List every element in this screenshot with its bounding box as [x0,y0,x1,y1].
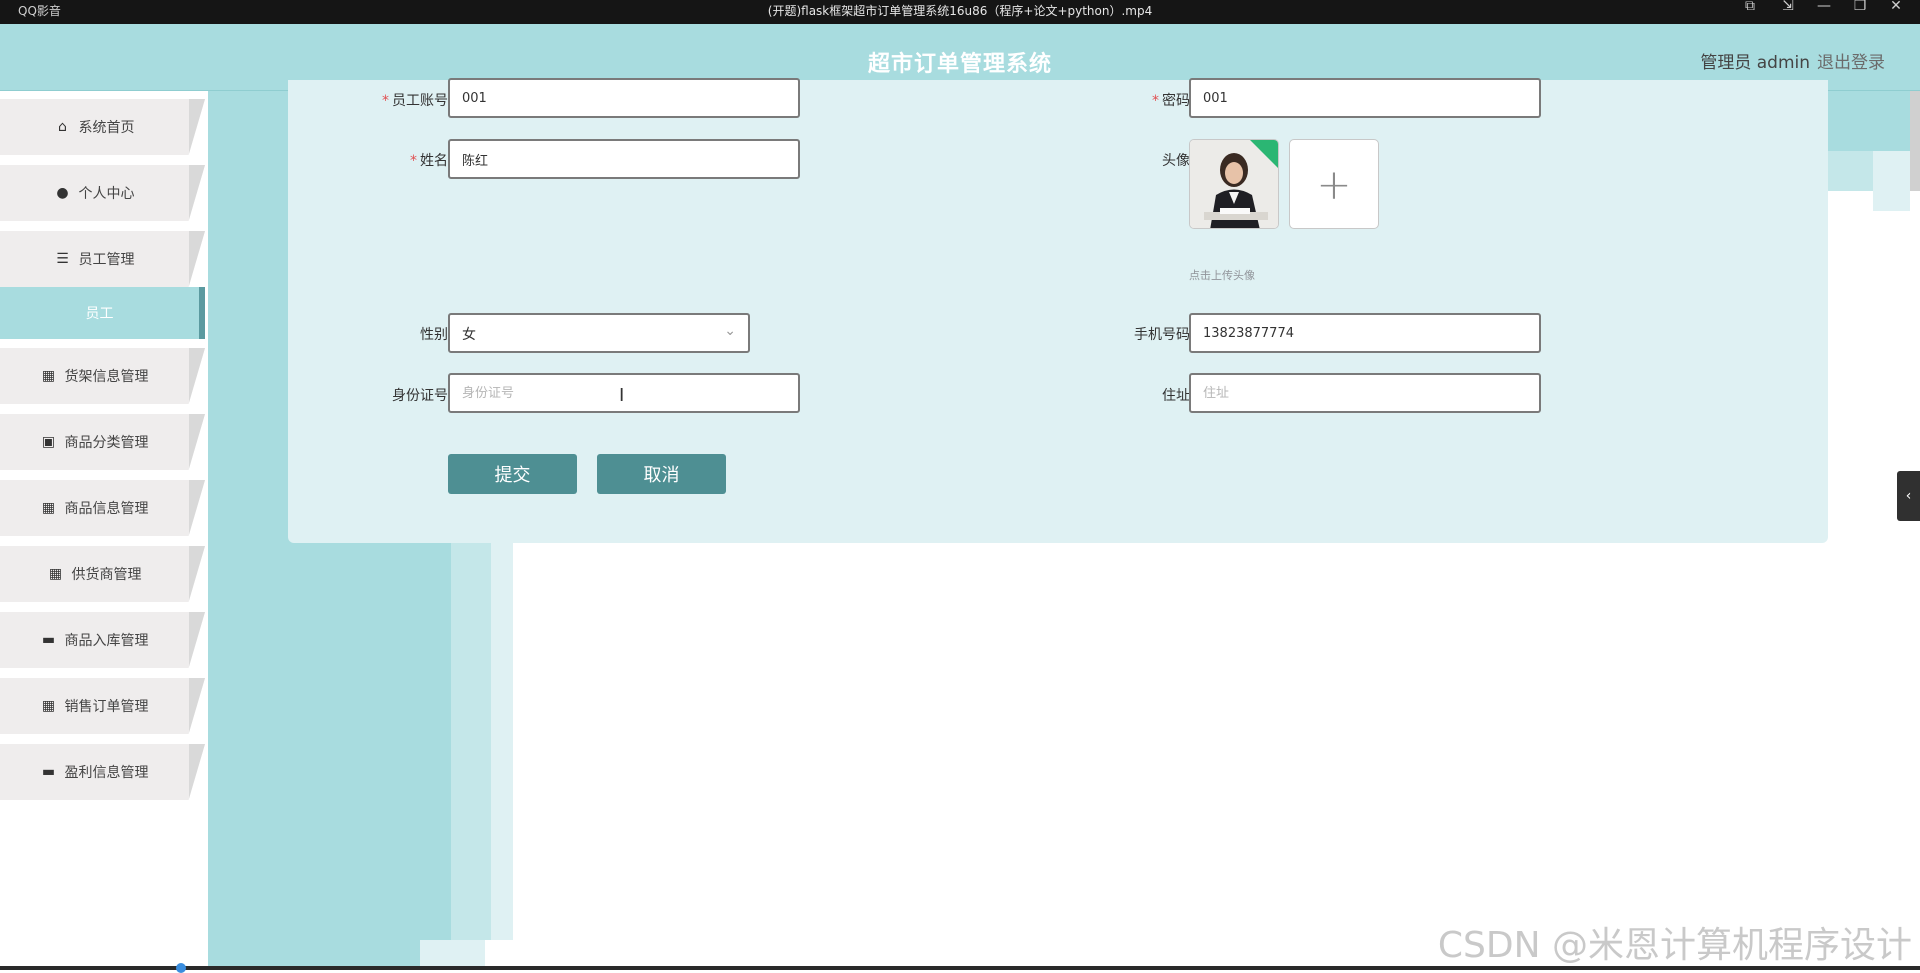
submit-button[interactable]: 提交 [448,454,577,494]
address-input[interactable] [1189,373,1541,413]
decorative-strip [491,540,513,940]
idcard-label: 身份证号 [392,388,448,404]
home-icon: ⌂ [58,119,67,135]
sidebar-item-product-management[interactable]: ▦ 商品信息管理 [0,480,205,536]
sidebar-item-profit-management[interactable]: ▬ 盈利信息管理 [0,744,205,800]
sidebar-item-home[interactable]: ⌂ 系统首页 [0,99,205,155]
phone-label: 手机号码 [1134,327,1190,343]
address-label: 住址 [1162,388,1190,404]
grid-icon: ▦ [48,566,63,582]
video-player-bar: QQ影音 (开题)flask框架超市订单管理系统16u86（程序+论文+pyth… [0,0,1920,24]
sidebar-item-staff-management[interactable]: ☰ 员工管理 [0,231,205,287]
apps-icon: ▦ [41,500,56,516]
logout-link[interactable]: 退出登录 [1817,48,1885,73]
account-label: * 员工账号 [382,93,448,109]
page-scrollbar[interactable] [1910,91,1920,191]
name-input[interactable] [448,139,800,179]
chevron-down-icon: ⌄ [724,323,736,339]
user-icon: ● [56,185,69,201]
sidebar-subitem-staff[interactable]: 员工 [0,287,205,339]
sidebar: ⌂ 系统首页 ● 个人中心 ☰ 员工管理 员工 ▦ 货架信息管理 ▣ 商品分类管… [0,91,208,970]
pin-icon[interactable]: ⇲ [1770,0,1806,20]
minimize-icon[interactable]: — [1806,0,1842,20]
gender-select[interactable]: 女 ⌄ [448,313,750,353]
cancel-button[interactable]: 取消 [597,454,726,494]
monitor-icon: ▬ [41,764,56,780]
csdn-watermark: CSDN @米恩计算机程序设计 [1437,925,1912,966]
password-label: * 密码 [1152,93,1190,109]
close-icon[interactable]: ✕ [1878,0,1914,20]
gender-label: 性别 [420,327,448,343]
sidebar-item-supplier-management[interactable]: ▦ 供货商管理 [0,546,205,602]
password-input[interactable] [1189,78,1541,118]
avatar-label: 头像 [1162,153,1190,169]
gender-selected-value: 女 [462,327,476,343]
avatar-upload-button[interactable]: + [1289,139,1379,229]
decorative-block [1873,151,1910,211]
maximize-icon[interactable]: ❐ [1842,0,1878,20]
clipboard-icon: ▣ [41,434,56,450]
name-label: * 姓名 [410,153,448,169]
sidebar-item-label: 商品分类管理 [64,435,149,451]
grid-icon: ▦ [41,368,56,384]
sidebar-item-label: 个人中心 [78,186,135,202]
app-title: 超市订单管理系统 [867,52,1052,77]
sidebar-item-label: 员工管理 [78,252,135,268]
phone-input[interactable] [1189,313,1541,353]
sidebar-item-label: 盈利信息管理 [64,765,149,781]
pip-icon[interactable]: ⧉ [1732,0,1768,20]
sidebar-item-label: 销售订单管理 [64,699,149,715]
chat-icon: ▬ [41,632,56,648]
chevron-left-icon[interactable]: ‹ [1897,471,1920,521]
sidebar-item-category-management[interactable]: ▣ 商品分类管理 [0,414,205,470]
current-user: 管理员 admin [1700,53,1810,73]
sidebar-item-label: 系统首页 [78,120,135,136]
decorative-strip [451,540,491,940]
staff-edit-form: *员工账号 *密码 *姓名 头像 + 点击上传头像 性别 女 ⌄ 手机号码 身份… [288,78,1828,543]
decorative-block [1828,91,1920,151]
video-progress-handle[interactable] [176,963,186,973]
account-input[interactable] [448,78,800,118]
sidebar-item-label: 供货商管理 [71,567,142,583]
sidebar-item-sales-order-management[interactable]: ▦ 销售订单管理 [0,678,205,734]
sidebar-item-label: 商品信息管理 [64,501,149,517]
grid-icon: ▦ [41,698,56,714]
sidebar-item-label: 商品入库管理 [64,633,149,649]
sidebar-item-stock-in-management[interactable]: ▬ 商品入库管理 [0,612,205,668]
video-progress-bar[interactable] [0,966,1920,970]
avatar-upload-hint: 点击上传头像 [1189,269,1255,282]
sidebar-item-label: 员工 [85,306,114,322]
decorative-block [1828,151,1873,191]
avatar-image[interactable] [1189,139,1279,229]
text-cursor-icon: I [619,385,625,406]
video-title: (开题)flask框架超市订单管理系统16u86（程序+论文+python）.m… [767,4,1153,18]
sidebar-item-label: 货架信息管理 [64,369,149,385]
sidebar-item-profile[interactable]: ● 个人中心 [0,165,205,221]
sidebar-item-shelf-management[interactable]: ▦ 货架信息管理 [0,348,205,404]
list-icon: ☰ [56,251,69,267]
